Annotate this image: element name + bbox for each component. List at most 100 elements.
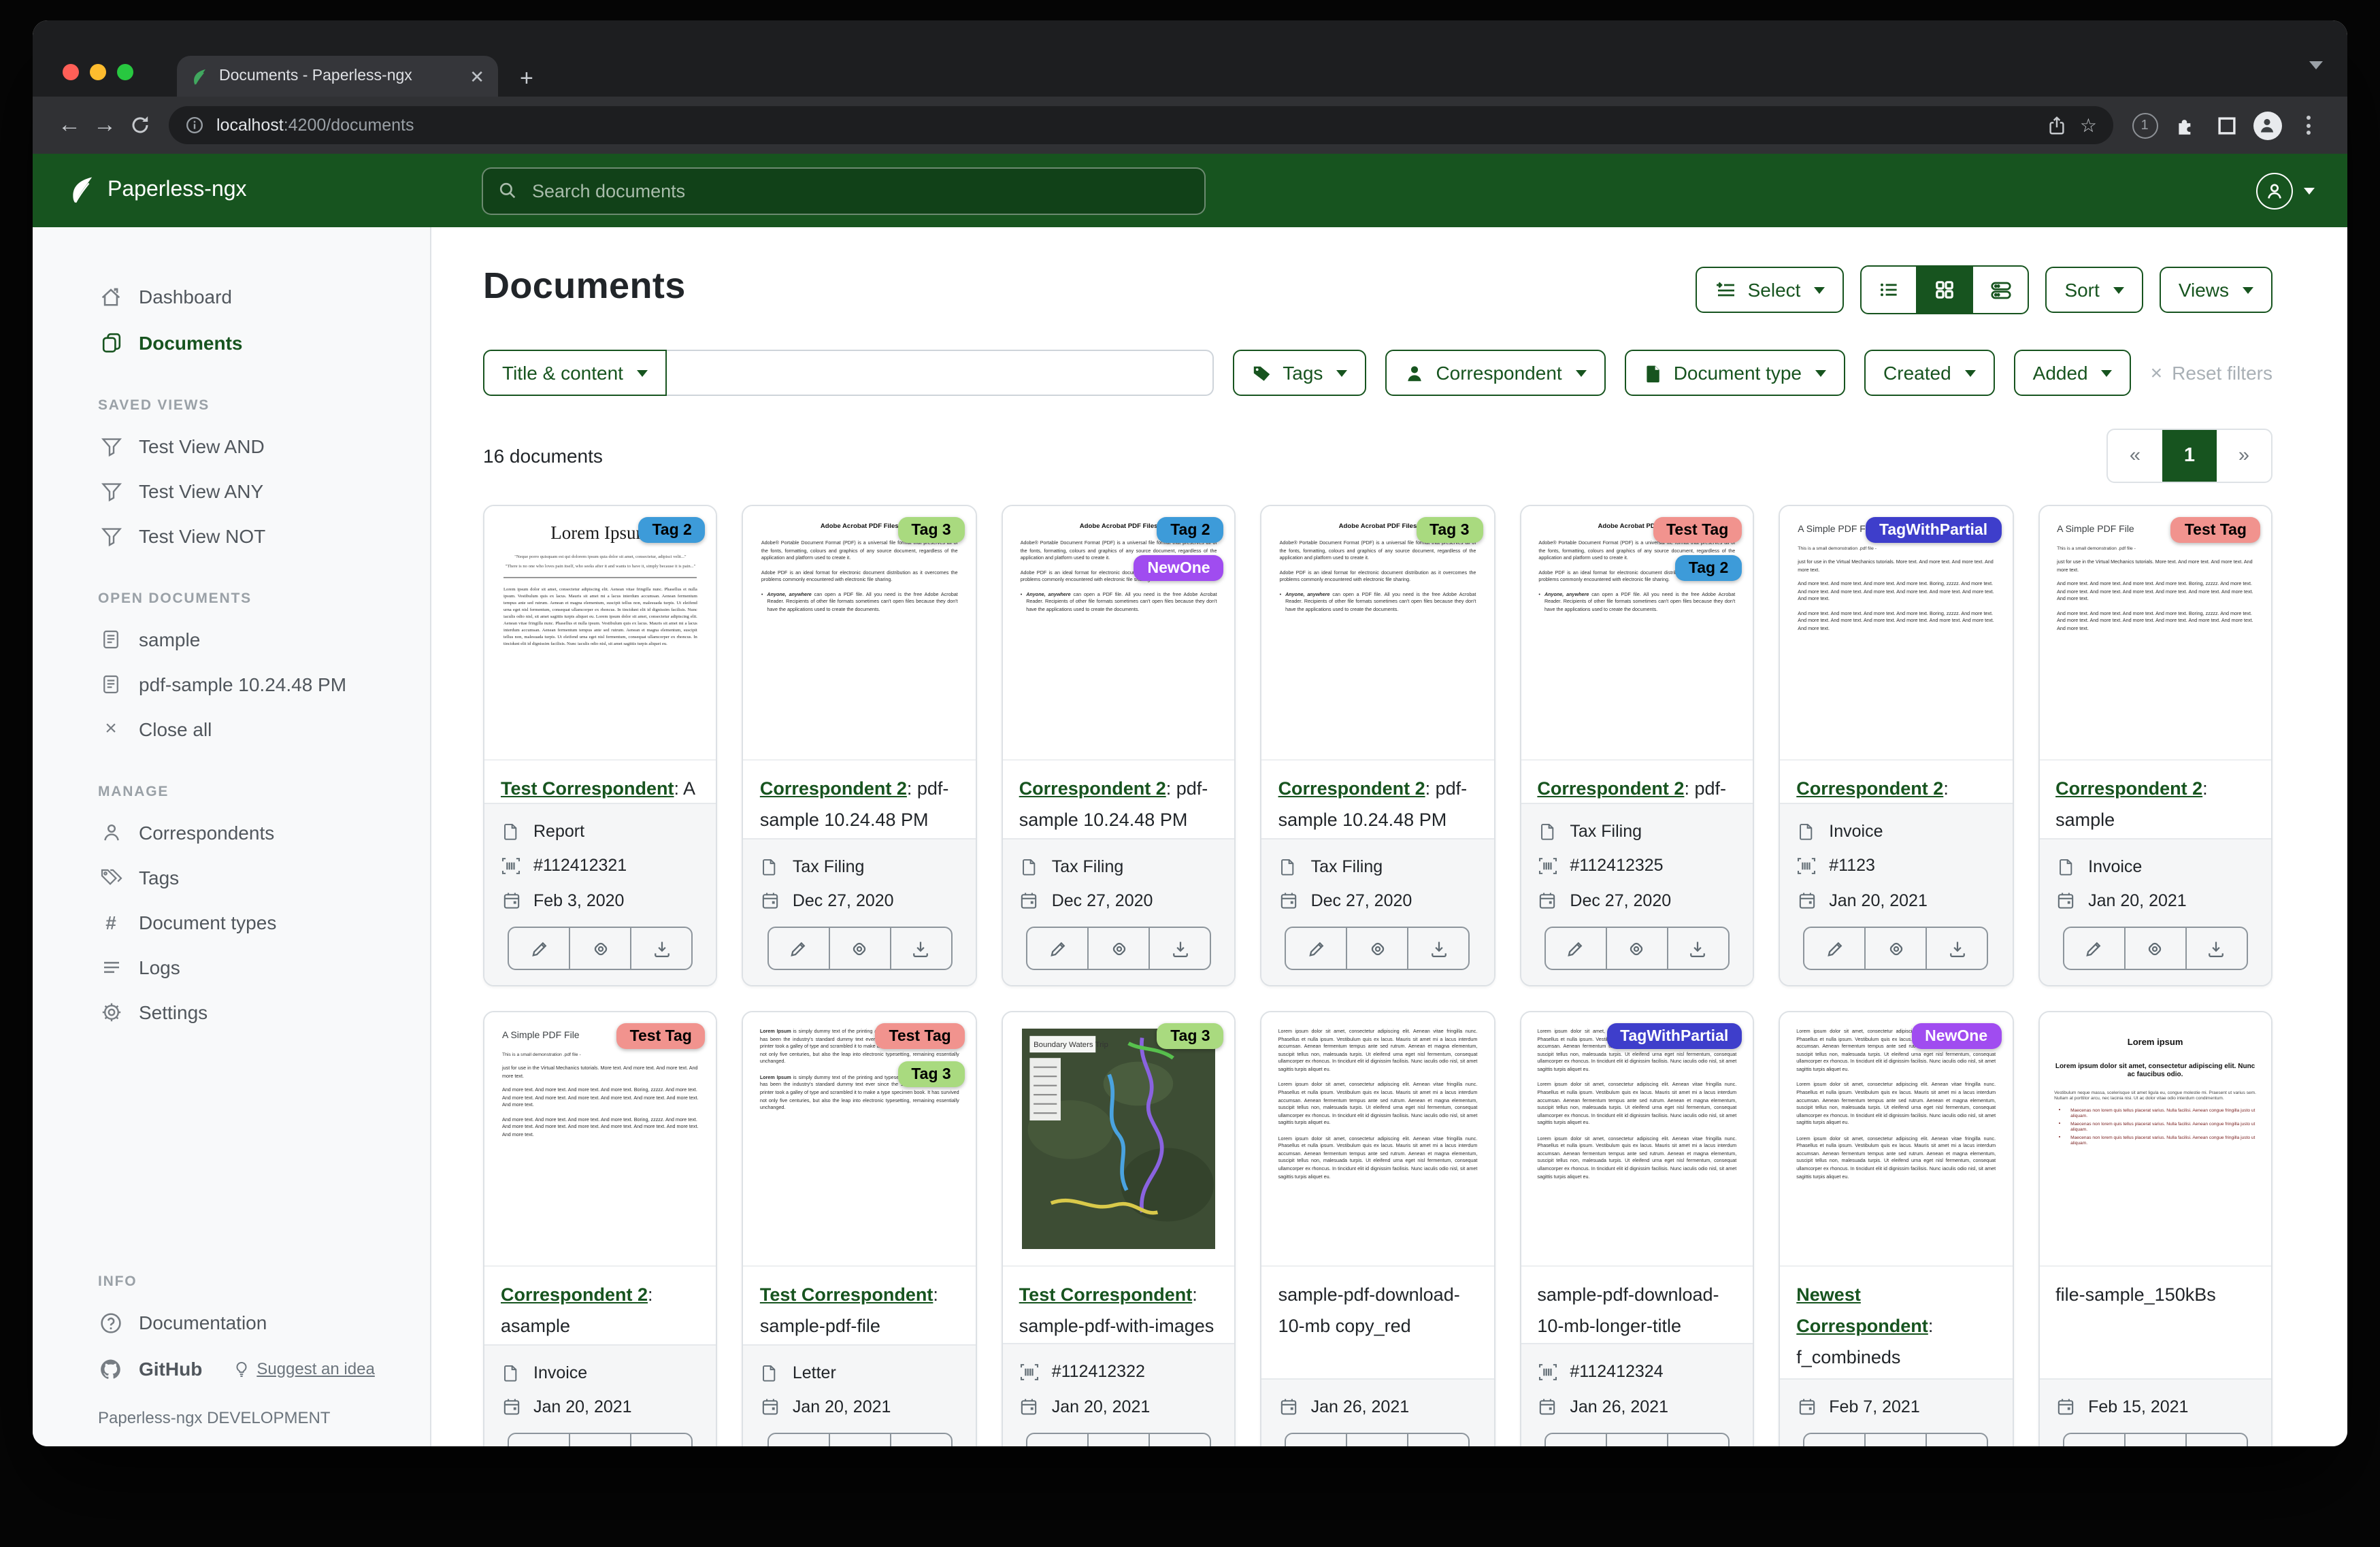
browser-menu-icon[interactable] bbox=[2287, 116, 2328, 135]
new-tab-button[interactable]: + bbox=[520, 67, 533, 90]
correspondent-link[interactable]: Correspondent 2 bbox=[501, 1284, 648, 1305]
created-date-row[interactable]: Jan 20, 2021 bbox=[1019, 1389, 1219, 1423]
side-panel-icon[interactable] bbox=[2206, 115, 2247, 135]
view-button[interactable] bbox=[1087, 1434, 1148, 1446]
back-icon[interactable]: ← bbox=[52, 112, 87, 139]
created-date-row[interactable]: Jan 20, 2021 bbox=[1796, 883, 1996, 917]
tags-filter-button[interactable]: Tags bbox=[1232, 350, 1366, 396]
download-button[interactable] bbox=[2185, 928, 2247, 969]
view-button[interactable] bbox=[1865, 928, 1926, 969]
app-brand[interactable]: Paperless-ngx bbox=[68, 176, 247, 205]
sidebar-item-close-all[interactable]: × Close all bbox=[33, 706, 430, 751]
minimize-window-button[interactable] bbox=[90, 64, 106, 80]
views-button[interactable]: Views bbox=[2160, 267, 2272, 313]
tag-badge[interactable]: Tag 3 bbox=[1416, 517, 1483, 543]
user-menu[interactable] bbox=[2256, 172, 2315, 209]
next-page-button[interactable]: » bbox=[2217, 430, 2271, 482]
tag-badge[interactable]: NewOne bbox=[1911, 1023, 2001, 1049]
global-search[interactable] bbox=[482, 167, 1206, 214]
created-filter-button[interactable]: Created bbox=[1864, 350, 1995, 396]
document-card[interactable]: Lorem ipsum dolor sit amet, consectetur … bbox=[1261, 1011, 1495, 1446]
document-thumbnail[interactable]: Lorem Ipsum "Neque porro quisquam est qu… bbox=[484, 506, 716, 761]
tag-badge[interactable]: Test Tag bbox=[2171, 517, 2260, 543]
view-button[interactable] bbox=[1606, 928, 1667, 969]
download-button[interactable] bbox=[1926, 928, 1987, 969]
edit-button[interactable] bbox=[1287, 928, 1346, 969]
correspondent-link[interactable]: Correspondent 2 bbox=[1796, 778, 1943, 799]
sidebar-item-test-view-and[interactable]: Test View AND bbox=[33, 423, 430, 468]
tag-badge[interactable]: NewOne bbox=[1134, 555, 1224, 581]
correspondent-link[interactable]: Correspondent 2 bbox=[1537, 778, 1684, 799]
document-card[interactable]: Adobe Acrobat PDF Files Adobe® Portable … bbox=[1519, 505, 1754, 986]
extension-badge-icon[interactable]: 1 bbox=[2124, 112, 2165, 138]
document-thumbnail[interactable]: A Simple PDF File This is a small demons… bbox=[1780, 506, 2012, 761]
created-date-row[interactable]: Jan 20, 2021 bbox=[760, 1389, 959, 1423]
view-button[interactable] bbox=[1346, 1434, 1408, 1446]
sidebar-item-documents[interactable]: Documents bbox=[33, 320, 430, 365]
grid-view-button[interactable] bbox=[1916, 267, 1972, 313]
document-type-row[interactable]: Invoice bbox=[2055, 849, 2255, 883]
sidebar-item-documentation[interactable]: Documentation bbox=[33, 1299, 430, 1346]
document-card[interactable]: Adobe Acrobat PDF Files Adobe® Portable … bbox=[1261, 505, 1495, 986]
document-type-row[interactable]: Tax Filing bbox=[1019, 849, 1219, 883]
close-window-button[interactable] bbox=[63, 64, 79, 80]
correspondent-link[interactable]: Test Correspondent bbox=[501, 778, 674, 799]
sidebar-item-tags[interactable]: Tags bbox=[33, 854, 430, 899]
document-type-row[interactable]: Report bbox=[501, 814, 700, 848]
edit-button[interactable] bbox=[1287, 1434, 1346, 1446]
sidebar-item-pdf-sample-10-24-48-pm[interactable]: pdf-sample 10.24.48 PM bbox=[33, 661, 430, 706]
tab-close-icon[interactable]: ✕ bbox=[469, 67, 484, 85]
tag-badge[interactable]: Tag 2 bbox=[1157, 517, 1223, 543]
title-content-input[interactable] bbox=[667, 350, 1213, 396]
document-card[interactable]: Lorem ipsum Lorem ipsum dolor sit amet, … bbox=[2038, 1011, 2272, 1446]
document-card[interactable]: Boundary Waters Trip Tag 3 Test Correspo… bbox=[1002, 1011, 1236, 1446]
tag-badge[interactable]: TagWithPartial bbox=[1606, 1023, 1742, 1049]
forward-icon[interactable]: → bbox=[87, 112, 122, 139]
view-button[interactable] bbox=[1087, 928, 1148, 969]
view-button[interactable] bbox=[569, 928, 630, 969]
tag-badge[interactable]: Test Tag bbox=[1653, 517, 1742, 543]
edit-button[interactable] bbox=[1546, 928, 1606, 969]
document-card[interactable]: A Simple PDF File This is a small demons… bbox=[2038, 505, 2272, 986]
document-card[interactable]: Lorem Ipsum "Neque porro quisquam est qu… bbox=[483, 505, 718, 986]
document-card[interactable]: Lorem Ipsum is simply dummy text of the … bbox=[742, 1011, 977, 1446]
document-thumbnail[interactable]: Lorem ipsum Lorem ipsum dolor sit amet, … bbox=[2039, 1012, 2271, 1267]
correspondent-link[interactable]: Newest Correspondent bbox=[1796, 1284, 1928, 1336]
reload-icon[interactable] bbox=[122, 114, 158, 136]
document-card[interactable]: A Simple PDF File This is a small demons… bbox=[483, 1011, 718, 1446]
document-card[interactable]: Adobe Acrobat PDF Files Adobe® Portable … bbox=[742, 505, 977, 986]
bookmark-star-icon[interactable]: ☆ bbox=[2080, 114, 2097, 137]
correspondent-link[interactable]: Correspondent 2 bbox=[2055, 778, 2202, 799]
select-button[interactable]: Select bbox=[1696, 267, 1845, 313]
created-date-row[interactable]: Jan 26, 2021 bbox=[1278, 1389, 1478, 1423]
view-button[interactable] bbox=[569, 1434, 630, 1446]
edit-button[interactable] bbox=[509, 928, 569, 969]
tag-badge[interactable]: Tag 3 bbox=[897, 517, 964, 543]
reset-filters-button[interactable]: × Reset filters bbox=[2151, 362, 2272, 384]
document-type-row[interactable]: Tax Filing bbox=[1278, 849, 1478, 883]
created-date-row[interactable]: Dec 27, 2020 bbox=[760, 883, 959, 917]
document-thumbnail[interactable]: Boundary Waters Trip bbox=[1003, 1012, 1235, 1267]
document-card[interactable]: Lorem ipsum dolor sit amet, consectetur … bbox=[1779, 1011, 2013, 1446]
view-button[interactable] bbox=[828, 928, 889, 969]
tag-badge[interactable]: Tag 2 bbox=[638, 517, 705, 543]
sidebar-item-test-view-not[interactable]: Test View NOT bbox=[33, 513, 430, 558]
sidebar-item-test-view-any[interactable]: Test View ANY bbox=[33, 468, 430, 513]
created-date-row[interactable]: Dec 27, 2020 bbox=[1019, 883, 1219, 917]
document-thumbnail[interactable]: A Simple PDF File This is a small demons… bbox=[484, 1012, 716, 1267]
search-input[interactable] bbox=[529, 179, 1189, 202]
document-thumbnail[interactable]: Lorem ipsum dolor sit amet, consectetur … bbox=[1262, 1012, 1494, 1267]
edit-button[interactable] bbox=[1027, 1434, 1087, 1446]
created-date-row[interactable]: Feb 7, 2021 bbox=[1796, 1389, 1996, 1423]
download-button[interactable] bbox=[1667, 1434, 1728, 1446]
document-card[interactable]: A Simple PDF File This is a small demons… bbox=[1779, 505, 2013, 986]
document-card[interactable]: Adobe Acrobat PDF Files Adobe® Portable … bbox=[1002, 505, 1236, 986]
browser-profile-avatar[interactable] bbox=[2247, 111, 2287, 139]
site-info-icon[interactable] bbox=[185, 116, 204, 135]
sidebar-item-document-types[interactable]: # Document types bbox=[33, 899, 430, 944]
extensions-puzzle-icon[interactable] bbox=[2165, 114, 2206, 137]
correspondent-link[interactable]: Correspondent 2 bbox=[1019, 778, 1166, 799]
tag-badge[interactable]: Tag 3 bbox=[897, 1061, 964, 1087]
document-thumbnail[interactable]: Adobe Acrobat PDF Files Adobe® Portable … bbox=[744, 506, 976, 761]
download-button[interactable] bbox=[630, 1434, 691, 1446]
